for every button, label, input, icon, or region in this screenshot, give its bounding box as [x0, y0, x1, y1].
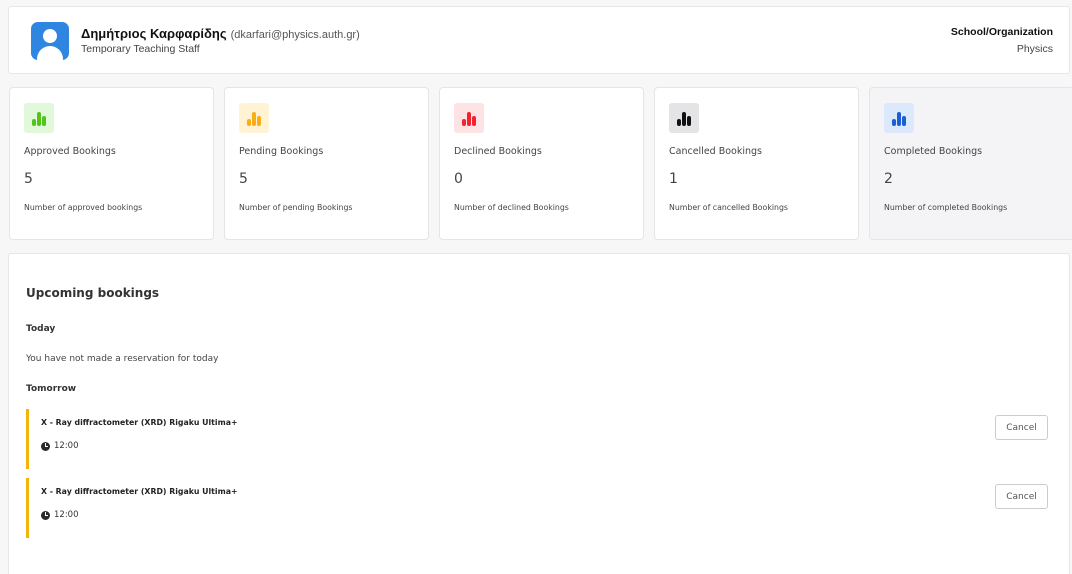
stat-label: Pending Bookings — [239, 146, 324, 157]
stat-description: Number of approved bookings — [24, 203, 143, 212]
stat-label: Declined Bookings — [454, 146, 542, 157]
profile-card: Δημήτριος Καρφαρίδης (dkarfari@physics.au… — [8, 6, 1070, 74]
upcoming-bookings-panel: Upcoming bookings Today You have not mad… — [8, 253, 1070, 574]
bar-chart-icon — [669, 103, 699, 133]
today-heading: Today — [26, 324, 56, 334]
bar-chart-icon — [24, 103, 54, 133]
booking-time-value: 12:00 — [54, 441, 79, 451]
bar-chart-icon — [239, 103, 269, 133]
stat-card-approved[interactable]: Approved Bookings 5 Number of approved b… — [9, 87, 214, 240]
clock-icon — [41, 510, 50, 520]
stat-card-completed[interactable]: Completed Bookings 2 Number of completed… — [869, 87, 1072, 240]
stat-label: Completed Bookings — [884, 146, 983, 157]
org-label: School/Organization — [950, 26, 1053, 38]
stat-description: Number of declined Bookings — [454, 203, 569, 212]
cancel-booking-button[interactable]: Cancel — [995, 484, 1048, 509]
stat-label: Cancelled Bookings — [669, 146, 763, 157]
user-name: Δημήτριος Καρφαρίδης (dkarfari@physics.au… — [81, 26, 360, 41]
tomorrow-heading: Tomorrow — [26, 384, 77, 394]
user-email: (dkarfari@physics.auth.gr) — [230, 29, 360, 41]
bar-chart-icon — [884, 103, 914, 133]
upcoming-bookings-title: Upcoming bookings — [26, 286, 160, 300]
stat-card-cancelled[interactable]: Cancelled Bookings 1 Number of cancelled… — [654, 87, 859, 240]
stat-description: Number of cancelled Bookings — [669, 203, 788, 212]
cancel-booking-button[interactable]: Cancel — [995, 415, 1048, 440]
booking-time: 12:00 — [41, 510, 79, 520]
stat-value: 0 — [454, 171, 463, 187]
clock-icon — [41, 441, 50, 451]
booking-instrument: X - Ray diffractometer (XRD) Rigaku Ulti… — [41, 487, 238, 496]
stat-value: 1 — [669, 171, 678, 187]
stat-card-declined[interactable]: Declined Bookings 0 Number of declined B… — [439, 87, 644, 240]
booking-instrument: X - Ray diffractometer (XRD) Rigaku Ulti… — [41, 418, 238, 427]
org-value: Physics — [1016, 43, 1053, 55]
user-role: Temporary Teaching Staff — [81, 43, 200, 55]
stat-label: Approved Bookings — [24, 146, 116, 157]
avatar-icon — [31, 22, 69, 60]
booking-time-value: 12:00 — [54, 510, 79, 520]
today-empty-message: You have not made a reservation for toda… — [26, 354, 219, 364]
booking-item: X - Ray diffractometer (XRD) Rigaku Ulti… — [26, 409, 1056, 469]
stat-card-pending[interactable]: Pending Bookings 5 Number of pending Boo… — [224, 87, 429, 240]
stat-value: 5 — [24, 171, 33, 187]
bar-chart-icon — [454, 103, 484, 133]
user-name-text: Δημήτριος Καρφαρίδης — [81, 26, 227, 41]
stat-value: 2 — [884, 171, 893, 187]
booking-item: X - Ray diffractometer (XRD) Rigaku Ulti… — [26, 478, 1056, 538]
stat-value: 5 — [239, 171, 248, 187]
stat-description: Number of pending Bookings — [239, 203, 353, 212]
stat-description: Number of completed Bookings — [884, 203, 1008, 212]
booking-time: 12:00 — [41, 441, 79, 451]
